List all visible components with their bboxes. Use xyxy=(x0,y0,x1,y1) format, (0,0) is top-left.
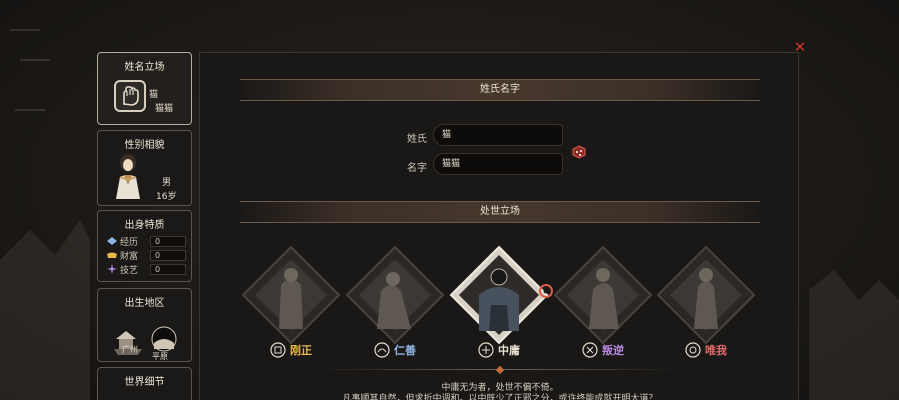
selected-stance-marker-icon xyxy=(539,284,553,298)
section-title-stance: 处世立场 xyxy=(240,201,760,223)
divider-ornament xyxy=(495,365,505,375)
stat-row-experience: 经历 0 xyxy=(106,235,186,248)
stance-card-zhengzhi[interactable] xyxy=(241,245,341,345)
close-button[interactable]: ✕ xyxy=(793,40,807,55)
given-name-label: 名字 xyxy=(407,163,427,174)
right-decoration xyxy=(809,0,899,400)
stance-label-zhengzhi[interactable]: 刚正 xyxy=(241,341,341,359)
surname-label: 姓氏 xyxy=(407,134,427,145)
upright-seal-icon xyxy=(270,342,286,358)
stance-label-renshan[interactable]: 仁善 xyxy=(345,341,445,359)
stance-label-weiwo[interactable]: 唯我 xyxy=(656,341,756,359)
benevolence-seal-icon xyxy=(374,342,390,358)
stat-value: 0 xyxy=(150,263,186,275)
experience-gem-icon xyxy=(107,237,117,245)
wealth-ingot-icon xyxy=(107,252,117,258)
stat-value: 0 xyxy=(150,249,186,261)
stance-card-renshan[interactable] xyxy=(345,245,445,345)
sidebar-item-birthplace[interactable]: 出生地区 广州 平原 xyxy=(97,288,192,362)
sidebar-item-name-stance[interactable]: 姓名立场 猫 猫猫 xyxy=(97,52,192,125)
egoist-seal-icon xyxy=(685,342,701,358)
panel-title: 世界细节 xyxy=(124,377,165,388)
skill-art-icon xyxy=(107,264,117,274)
panel-title: 出身特质 xyxy=(124,220,165,231)
rebel-seal-icon xyxy=(582,342,598,358)
stance-description-line2: 凡事顺其自然，但求折中调和。以中既少了正邪之分，或许终能成就开明大道？ xyxy=(342,394,658,400)
sidebar-item-gender-appearance[interactable]: 性别相貌 男 16岁 xyxy=(97,130,192,206)
main-panel: 姓氏名字 姓氏 猫 名字 猫猫 处世立场 刚正 仁善 中庸 叛逆 唯我 中庸无为… xyxy=(199,52,799,400)
terrain-text: 平原 xyxy=(152,352,168,361)
stat-row-skill: 技艺 0 xyxy=(106,263,186,276)
sidebar-item-origin-traits[interactable]: 出身特质 经历 0 财富 0 技艺 0 xyxy=(97,210,192,282)
city-text: 广州 xyxy=(122,345,138,354)
gender-text: 男 xyxy=(162,178,172,188)
panel-title: 出生地区 xyxy=(124,298,165,309)
stance-card-panni[interactable] xyxy=(553,245,653,345)
stance-label-panni[interactable]: 叛逆 xyxy=(553,341,653,359)
moderate-seal-icon xyxy=(478,342,494,358)
stance-card-zhongyong[interactable] xyxy=(449,245,549,345)
character-avatar xyxy=(116,154,140,199)
surname-text: 猫 xyxy=(149,90,159,100)
given-name-input[interactable]: 猫猫 xyxy=(433,153,563,175)
panel-title: 姓名立场 xyxy=(124,62,165,73)
sidebar-item-world-details[interactable]: 世界细节 xyxy=(97,367,192,400)
left-decoration xyxy=(0,0,90,400)
fist-badge-icon xyxy=(114,80,146,112)
stat-row-wealth: 财富 0 xyxy=(106,249,186,262)
random-dice-icon[interactable] xyxy=(572,145,586,159)
stance-label-zhongyong[interactable]: 中庸 xyxy=(449,341,549,359)
section-title-name: 姓氏名字 xyxy=(240,79,760,101)
given-name-text: 猫猫 xyxy=(155,104,174,114)
panel-title: 性别相貌 xyxy=(124,140,165,151)
age-text: 16岁 xyxy=(156,192,177,202)
surname-input[interactable]: 猫 xyxy=(433,124,563,146)
stance-card-weiwo[interactable] xyxy=(656,245,756,345)
stat-value: 0 xyxy=(150,235,186,247)
